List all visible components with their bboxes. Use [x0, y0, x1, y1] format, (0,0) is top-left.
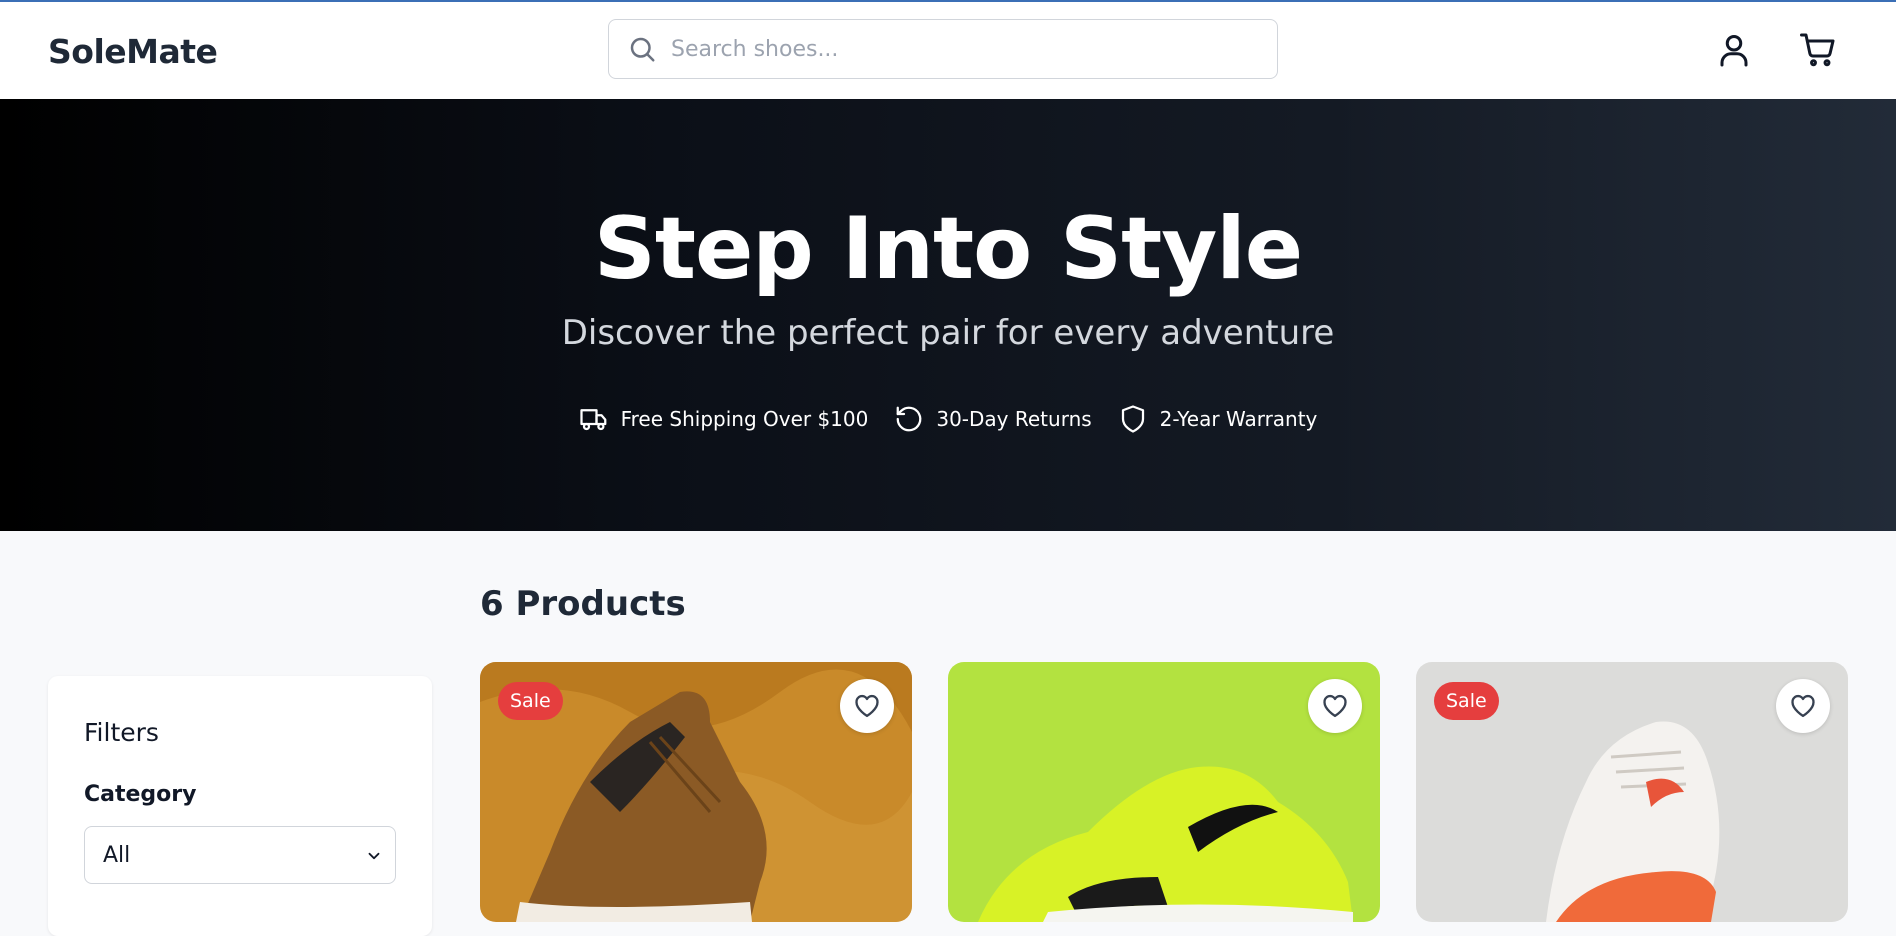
- feature-returns: 30-Day Returns: [894, 404, 1092, 434]
- rotate-ccw-icon: [896, 406, 922, 432]
- product-card[interactable]: [948, 662, 1380, 922]
- filters-title: Filters: [84, 718, 159, 747]
- category-value: All: [103, 842, 131, 868]
- cart-icon[interactable]: [1800, 32, 1836, 68]
- brand-logo[interactable]: SoleMate: [48, 32, 218, 71]
- category-select[interactable]: All: [84, 826, 396, 884]
- feature-shipping: Free Shipping Over $100: [579, 404, 869, 434]
- product-card[interactable]: Sale: [480, 662, 912, 922]
- site-header: SoleMate: [0, 2, 1896, 100]
- filters-panel: Filters Category All: [48, 676, 432, 936]
- wishlist-button[interactable]: [1308, 679, 1362, 733]
- wishlist-button[interactable]: [1776, 679, 1830, 733]
- heart-icon: [855, 694, 879, 718]
- feature-shipping-label: Free Shipping Over $100: [620, 407, 869, 431]
- category-label: Category: [84, 782, 197, 807]
- feature-returns-label: 30-Day Returns: [936, 407, 1092, 431]
- hero-banner: Step Into Style Discover the perfect pai…: [0, 99, 1896, 531]
- hero-title: Step Into Style: [593, 199, 1303, 299]
- product-card[interactable]: Sale: [1416, 662, 1848, 922]
- shield-icon: [1121, 405, 1144, 433]
- feature-list: Free Shipping Over $100 30-Day Returns 2…: [0, 404, 1896, 434]
- search-icon: [630, 37, 655, 62]
- sale-badge: Sale: [498, 682, 563, 720]
- search-bar[interactable]: [608, 19, 1278, 79]
- heart-icon: [1323, 694, 1347, 718]
- feature-warranty: 2-Year Warranty: [1118, 404, 1318, 434]
- product-count: 6 Products: [480, 584, 686, 624]
- feature-warranty-label: 2-Year Warranty: [1159, 407, 1318, 431]
- wishlist-button[interactable]: [840, 679, 894, 733]
- user-icon[interactable]: [1716, 32, 1752, 68]
- truck-icon: [579, 409, 606, 431]
- chevron-down-icon: [368, 852, 380, 860]
- search-input[interactable]: [669, 19, 1277, 79]
- hero-subtitle: Discover the perfect pair for every adve…: [561, 313, 1335, 353]
- heart-icon: [1791, 694, 1815, 718]
- sale-badge: Sale: [1434, 682, 1499, 720]
